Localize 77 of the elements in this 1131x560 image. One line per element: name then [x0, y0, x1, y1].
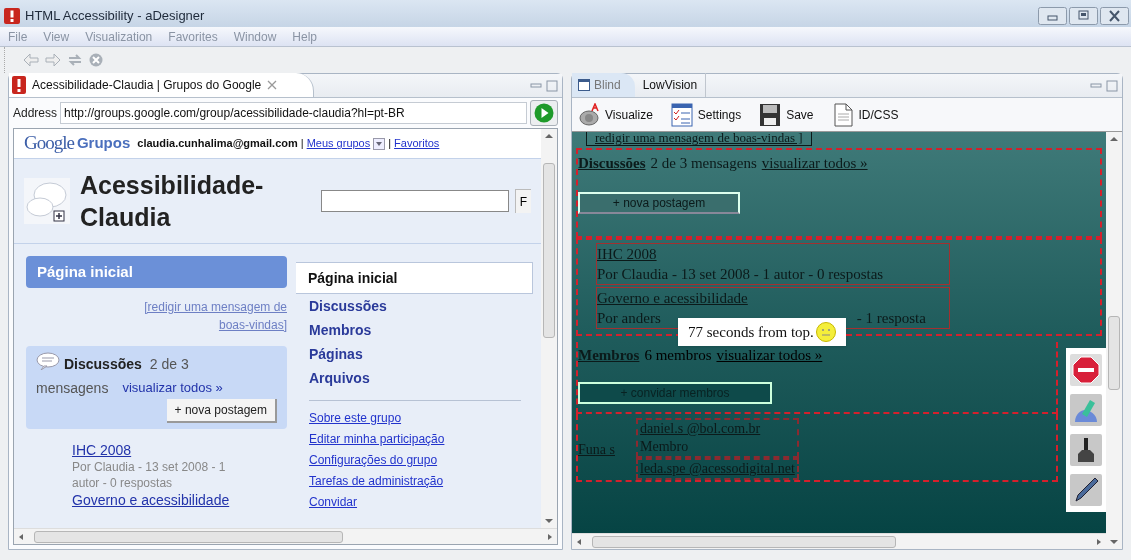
discussions-title: Discussões — [64, 356, 142, 372]
toolbar-button[interactable]: Save — [759, 102, 814, 127]
toolbar-button[interactable]: ID/CSS — [831, 102, 899, 127]
new-post-button[interactable]: + nova postagem — [166, 399, 277, 423]
editor-tab[interactable]: Acessibilidade-Claudia | Grupos do Google — [9, 73, 315, 97]
paint-icon[interactable] — [1070, 394, 1102, 426]
nav-tab[interactable]: Página inicial — [296, 262, 533, 294]
play-icon — [534, 103, 554, 123]
sidebar-link[interactable]: Sobre este grupo — [309, 409, 521, 427]
minimize-icon[interactable] — [530, 80, 542, 91]
my-groups-link[interactable]: Meus grupos — [306, 135, 371, 152]
scrollbar-thumb[interactable] — [592, 535, 896, 548]
back-arrow-icon[interactable] — [23, 53, 39, 67]
section-heading: Página inicial — [26, 256, 287, 288]
maximize-icon[interactable] — [1106, 79, 1118, 92]
window-icon — [578, 79, 590, 91]
neutral-face-icon — [815, 322, 836, 342]
favorites-link[interactable]: Favoritos — [394, 135, 440, 152]
product-name: Grupos — [76, 133, 131, 154]
nav-tab[interactable]: Membros — [297, 318, 533, 342]
stop-icon[interactable] — [89, 53, 103, 67]
scrollbar-thumb[interactable] — [34, 530, 343, 543]
view-all-link[interactable]: visualizar todos » — [122, 378, 223, 399]
document-icon — [831, 102, 854, 127]
topic-meta: Por Claudia - 13 set 2008 - 1 autor - 0 respostas — [72, 459, 227, 491]
google-logo: Google — [24, 131, 74, 156]
topic-meta: Por anders — [597, 309, 661, 328]
view-tab[interactable]: Blind — [572, 73, 635, 97]
discussions-count: 2 de 3 mensagens — [650, 153, 757, 173]
address-field[interactable]: http://groups.google.com/group/acessibilidade-claudia?hl=pt-BR — [60, 102, 527, 124]
nav-tab[interactable]: Páginas — [297, 342, 533, 366]
discussions-count: mensagens — [36, 379, 109, 398]
topic-meta: Por Claudia - 13 set 2008 - 1 autor - 0 respostas — [597, 265, 885, 284]
sidebar-link[interactable]: Tarefas de administração — [309, 472, 521, 490]
topic-link[interactable]: IHC 2008 — [72, 441, 287, 459]
user-email: claudia.cunhalima@gmail.com — [137, 136, 298, 152]
tooltip-text: 77 seconds from top. — [688, 322, 814, 342]
separator: | — [388, 136, 392, 152]
group-icon — [24, 178, 70, 224]
nav-tab[interactable]: Arquivos — [297, 366, 533, 390]
sidebar-link[interactable]: Editar minha participação — [309, 430, 521, 448]
dropdown-icon[interactable] — [373, 137, 386, 150]
app-icon — [4, 8, 20, 24]
sidebar-link[interactable]: Configurações do grupo — [309, 451, 521, 469]
members-count: 6 membros — [644, 345, 712, 365]
scrollbar-thumb[interactable] — [1108, 316, 1120, 390]
scrollbar-thumb[interactable] — [543, 163, 555, 338]
welcome-link[interactable]: redigir uma mensagem de boas-vindas ] — [586, 132, 812, 146]
restore-icon[interactable] — [1069, 7, 1098, 25]
toolbar-button[interactable]: Settings — [670, 102, 742, 127]
sidebar-link[interactable]: Convidar — [309, 493, 521, 511]
forward-arrow-icon[interactable] — [45, 53, 61, 67]
app-icon — [12, 76, 26, 94]
pen-icon[interactable] — [1070, 474, 1102, 506]
address-label: Address — [13, 105, 58, 122]
window-title: HTML Accessibility - aDesigner — [25, 7, 205, 26]
nav-tab[interactable]: Discussões — [297, 294, 533, 318]
checklist-icon — [670, 102, 693, 127]
refresh-icon[interactable] — [67, 53, 83, 67]
go-button[interactable] — [530, 100, 558, 126]
group-title: Acessibilidade-Claudia — [80, 170, 265, 233]
speaker-icon — [578, 102, 600, 127]
close-icon[interactable] — [1100, 7, 1129, 25]
speech-bubble-icon — [36, 352, 60, 370]
brush-icon[interactable] — [1070, 434, 1102, 466]
search-field[interactable] — [320, 190, 509, 212]
search-button[interactable]: F — [514, 189, 531, 213]
stop-sign-icon[interactable] — [1070, 354, 1102, 386]
toolbar-button[interactable]: Visualize — [578, 102, 653, 127]
close-icon[interactable] — [267, 80, 278, 90]
minimize-icon[interactable] — [1090, 80, 1102, 91]
discussions-count: 2 de 3 — [149, 356, 189, 372]
topic-meta: - 1 resposta — [856, 309, 926, 328]
view-tab[interactable]: LowVision — [634, 73, 706, 97]
separator: | — [300, 136, 304, 152]
topic-link[interactable]: Governo e acessibilidade — [72, 491, 287, 509]
maximize-icon[interactable] — [546, 79, 558, 92]
